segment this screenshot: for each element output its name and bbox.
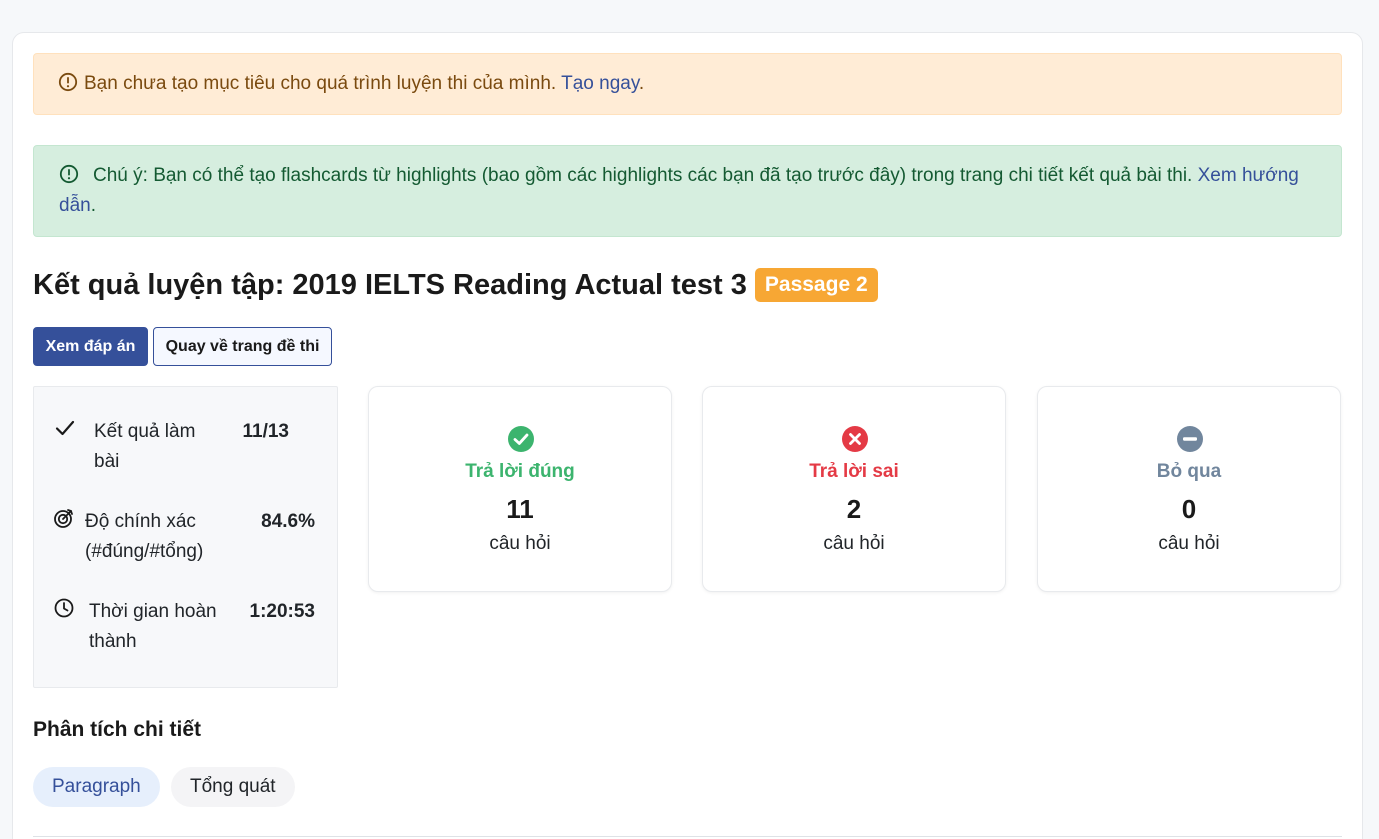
summary-accuracy-value: 84.6% (261, 511, 315, 532)
skipped-count: 0 (1181, 494, 1197, 524)
flashcards-alert: Chú ý: Bạn có thể tạo flashcards từ high… (33, 145, 1342, 237)
summary-accuracy-label-line1: Độ chính xác (85, 511, 196, 532)
target-icon (54, 509, 73, 528)
summary-time-value: 1:20:53 (249, 601, 316, 622)
wrong-label: Trả lời sai (809, 461, 899, 482)
summary-result-label-line2: bài (94, 451, 120, 472)
tab-paragraph[interactable]: Paragraph (33, 767, 160, 807)
passage-badge: Passage 2 (754, 268, 878, 302)
analysis-title: Phân tích chi tiết (33, 718, 202, 741)
view-answers-button[interactable]: Xem đáp án (33, 327, 148, 366)
goal-alert-suffix: . (638, 73, 645, 94)
page-title-text: Kết quả luyện tập: 2019 IELTS Reading Ac… (33, 268, 747, 301)
create-goal-link[interactable]: Tạo ngay (561, 73, 639, 94)
skipped-unit: câu hỏi (1158, 533, 1220, 554)
summary-time-label: Thời gian hoàn thành (89, 597, 217, 657)
wrong-unit: câu hỏi (823, 533, 885, 554)
flashcards-alert-text: Chú ý: Bạn có thể tạo flashcards từ high… (93, 165, 1193, 186)
back-to-test-button[interactable]: Quay về trang đề thi (153, 327, 332, 366)
summary-result-label: Kết quả làm bài (94, 417, 195, 477)
exclamation-circle-icon (59, 164, 79, 184)
check-icon (55, 420, 75, 436)
summary-box: Kết quả làm bài 11/13 Độ chính xác (#đún… (33, 386, 338, 688)
page-title: Kết quả luyện tập: 2019 IELTS Reading Ac… (33, 268, 878, 302)
x-circle-icon (842, 426, 868, 452)
wrong-count: 2 (846, 494, 862, 524)
correct-card: Trả lời đúng 11 câu hỏi (368, 386, 672, 592)
check-circle-icon (508, 426, 534, 452)
correct-label: Trả lời đúng (465, 461, 575, 482)
correct-count: 11 (506, 494, 534, 524)
wrong-card: Trả lời sai 2 câu hỏi (702, 386, 1006, 592)
exclamation-circle-icon (58, 72, 78, 92)
summary-result-label-line1: Kết quả làm (94, 421, 196, 442)
clock-icon (54, 598, 74, 618)
summary-accuracy-label-line2: (#đúng/#tổng) (85, 541, 204, 562)
summary-accuracy-label: Độ chính xác (#đúng/#tổng) (85, 507, 203, 567)
summary-time-label-line1: Thời gian hoàn (89, 601, 217, 622)
goal-alert: Bạn chưa tạo mục tiêu cho quá trình luyệ… (33, 53, 1342, 115)
goal-alert-text: Bạn chưa tạo mục tiêu cho quá trình luyệ… (84, 73, 557, 94)
divider (33, 836, 1342, 837)
summary-result-value: 11/13 (242, 421, 290, 442)
minus-circle-icon (1177, 426, 1203, 452)
skipped-label: Bỏ qua (1156, 461, 1222, 482)
skipped-card: Bỏ qua 0 câu hỏi (1037, 386, 1341, 592)
tab-overview[interactable]: Tổng quát (171, 767, 295, 807)
flashcards-alert-suffix: . (90, 195, 96, 216)
correct-unit: câu hỏi (489, 533, 551, 554)
summary-time-label-line2: thành (89, 631, 137, 652)
